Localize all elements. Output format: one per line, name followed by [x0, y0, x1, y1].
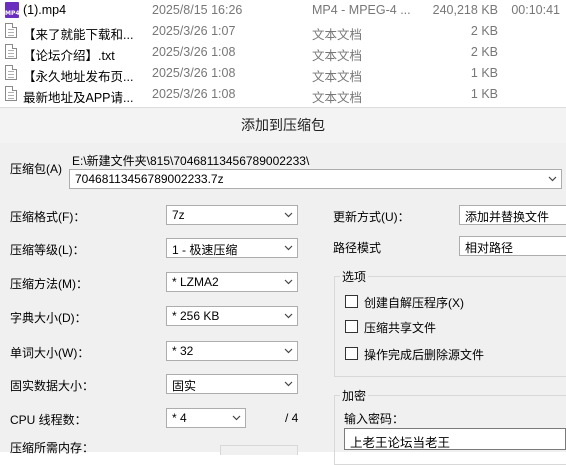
- level-combo[interactable]: 1 - 极速压缩: [166, 238, 298, 258]
- file-size: 2 KB: [470, 24, 498, 38]
- delete-after-checkbox[interactable]: [345, 347, 358, 360]
- path-value: 相对路径: [465, 241, 514, 255]
- threads-max: / 4: [285, 411, 299, 425]
- chevron-down-icon: [284, 277, 293, 286]
- dict-label: 字典大小(D)：: [10, 311, 87, 325]
- update-label: 更新方式(U)：: [333, 210, 410, 224]
- chevron-down-icon: [232, 413, 241, 422]
- text-file-icon: [5, 23, 19, 40]
- add-to-archive-dialog: 添加到压缩包 压缩包(A) E:\新建文件夹\815\7046811345678…: [0, 107, 566, 465]
- memory-label: 压缩所需内存：: [10, 441, 95, 455]
- file-type: 文本文档: [312, 49, 363, 63]
- file-date: 2025/8/15 16:26: [152, 3, 243, 17]
- format-value: 7z: [172, 208, 185, 222]
- file-date: 2025/3/26 1:08: [152, 87, 236, 101]
- archive-path: E:\新建文件夹\815\70468113456789002233\: [72, 154, 310, 168]
- word-value: * 32: [172, 344, 194, 358]
- text-file-icon: [5, 44, 19, 61]
- file-type: 文本文档: [312, 70, 363, 84]
- file-date: 2025/3/26 1:08: [152, 45, 236, 59]
- file-row[interactable]: 最新地址及APP请... 2025/3/26 1:08 文本文档 1 KB: [0, 84, 566, 105]
- file-name: 最新地址及APP请...: [23, 91, 134, 105]
- level-label: 压缩等级(L)：: [10, 243, 85, 257]
- format-label: 压缩格式(F)：: [10, 210, 86, 224]
- sfx-checkbox[interactable]: [345, 295, 358, 308]
- chevron-down-icon: [284, 210, 293, 219]
- threads-value: * 4: [172, 411, 187, 425]
- password-value: 上老王论坛当老王: [350, 436, 451, 450]
- file-row[interactable]: 【永久地址发布页... 2025/3/26 1:08 文本文档 1 KB: [0, 63, 566, 84]
- path-label: 路径模式: [333, 241, 382, 255]
- solid-value: 固实: [172, 379, 197, 393]
- options-title: 选项: [340, 268, 369, 285]
- file-list: MP4 (1).mp4 2025/8/15 16:26 MP4 - MPEG-4…: [0, 0, 566, 107]
- chevron-down-icon: [284, 379, 293, 388]
- solid-combo[interactable]: 固实: [166, 374, 298, 394]
- dict-combo[interactable]: * 256 KB: [166, 306, 298, 326]
- chevron-down-icon: [284, 311, 293, 320]
- archive-name-value: 70468113456789002233.7z: [75, 172, 224, 186]
- dialog-title: 添加到压缩包: [0, 108, 566, 143]
- file-date: 2025/3/26 1:08: [152, 66, 236, 80]
- mp4-file-icon: MP4: [5, 2, 20, 19]
- encryption-title: 加密: [340, 387, 369, 404]
- update-value: 添加并替换文件: [465, 210, 550, 224]
- file-duration: 00:10:41: [511, 3, 560, 17]
- chevron-down-icon: [284, 346, 293, 355]
- threads-combo[interactable]: * 4: [166, 408, 246, 428]
- chevron-down-icon: [284, 243, 293, 252]
- text-file-icon: [5, 65, 19, 82]
- file-row[interactable]: MP4 (1).mp4 2025/8/15 16:26 MP4 - MPEG-4…: [0, 0, 566, 21]
- chevron-down-icon: [548, 174, 557, 183]
- file-size: 1 KB: [470, 66, 498, 80]
- threads-label: CPU 线程数：: [10, 413, 87, 427]
- text-file-icon: [5, 86, 19, 103]
- password-label: 输入密码：: [344, 412, 405, 426]
- shared-files-label[interactable]: 压缩共享文件: [364, 319, 436, 336]
- dict-value: * 256 KB: [172, 309, 220, 323]
- archive-name-combo[interactable]: 70468113456789002233.7z: [69, 169, 562, 189]
- file-row[interactable]: 【论坛介绍】.txt 2025/3/26 1:08 文本文档 2 KB: [0, 42, 566, 63]
- shared-files-checkbox[interactable]: [345, 320, 358, 333]
- file-name: 【来了就能下载和...: [23, 28, 134, 42]
- solid-label: 固实数据大小：: [10, 379, 95, 393]
- delete-after-label[interactable]: 操作完成后删除源文件: [364, 346, 484, 363]
- method-label: 压缩方法(M)：: [10, 277, 88, 291]
- archive-label: 压缩包(A): [10, 162, 62, 176]
- method-value: * LZMA2: [172, 275, 219, 289]
- path-combo[interactable]: 相对路径: [459, 236, 566, 256]
- file-name: 【论坛介绍】.txt: [23, 49, 115, 63]
- file-date: 2025/3/26 1:07: [152, 24, 236, 38]
- file-size: 2 KB: [470, 45, 498, 59]
- word-combo[interactable]: * 32: [166, 341, 298, 361]
- file-type: 文本文档: [312, 91, 363, 105]
- file-type: 文本文档: [312, 28, 363, 42]
- method-combo[interactable]: * LZMA2: [166, 272, 298, 292]
- format-combo[interactable]: 7z: [166, 205, 298, 225]
- file-type: MP4 - MPEG-4 ...: [312, 3, 411, 17]
- level-value: 1 - 极速压缩: [172, 243, 238, 257]
- file-name: (1).mp4: [23, 3, 67, 17]
- word-label: 单词大小(W)：: [10, 346, 90, 360]
- sfx-label[interactable]: 创建自解压程序(X): [364, 294, 464, 311]
- update-combo[interactable]: 添加并替换文件: [459, 205, 566, 225]
- memory-value-box: [220, 445, 298, 455]
- file-size: 240,218 KB: [432, 3, 498, 17]
- file-row[interactable]: 【来了就能下载和... 2025/3/26 1:07 文本文档 2 KB: [0, 21, 566, 42]
- file-name: 【永久地址发布页...: [23, 70, 134, 84]
- password-input[interactable]: 上老王论坛当老王: [344, 428, 566, 450]
- file-size: 1 KB: [470, 87, 498, 101]
